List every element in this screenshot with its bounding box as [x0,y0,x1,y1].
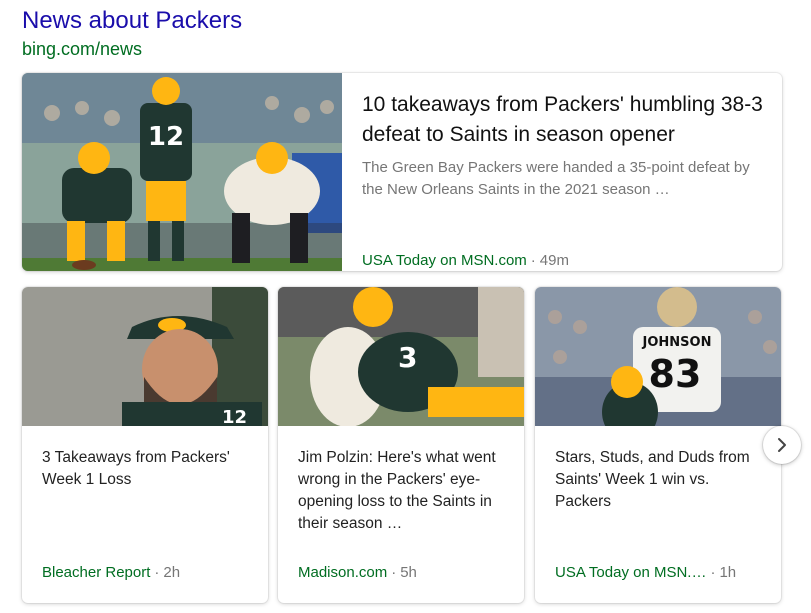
meta-separator: · [154,564,160,581]
meta-separator: · [710,564,716,581]
news-provider: Madison.com [298,564,388,581]
carousel-next-button[interactable] [763,426,801,464]
news-source-url: bing.com/news [22,39,143,59]
news-card-3-meta: USA Today on MSN.… · 1h [555,563,771,583]
news-title-link[interactable]: News about Packers [22,6,242,36]
news-card-1-body: 3 Takeaways from Packers' Week 1 Loss [42,447,252,491]
card-3-jersey-number: 83 [649,352,702,396]
news-provider: USA Today on MSN.com [362,252,527,269]
news-card-2-meta: Madison.com · 5h [298,563,514,583]
featured-news-card[interactable]: 12 10 takeaways from Packers' humbling 3… [22,73,782,271]
news-provider: USA Today on MSN.… [555,564,707,581]
news-card-3-headline[interactable]: Stars, Studs, and Duds from Saints' Week… [555,447,765,513]
featured-news-image: 12 [22,73,342,271]
news-provider: Bleacher Report [42,564,151,581]
featured-news-meta: USA Today on MSN.com · 49m [362,251,569,271]
news-card-2-body: Jim Polzin: Here's what went wrong in th… [298,447,508,535]
featured-jersey-number: 12 [148,122,184,152]
news-age: 49m [539,252,569,269]
news-header: News about Packers bing.com/news [22,6,242,61]
news-card-2-headline[interactable]: Jim Polzin: Here's what went wrong in th… [298,447,508,535]
news-card-2-image: 3 [278,287,524,426]
news-card-3[interactable]: JOHNSON 83 Stars, Studs, and Duds from S… [535,287,781,603]
featured-news-snippet: The Green Bay Packers were handed a 35-p… [362,159,750,198]
news-card-3-image: JOHNSON 83 [535,287,781,426]
meta-separator: · [530,252,536,269]
news-age: 5h [400,564,417,581]
featured-news-body: 10 takeaways from Packers' humbling 38-3… [362,90,764,271]
featured-news-headline[interactable]: 10 takeaways from Packers' humbling 38-3… [362,90,764,150]
news-age: 2h [163,564,181,581]
news-card-1[interactable]: 12 3 Takeaways from Packers' Week 1 Loss… [22,287,268,603]
card-2-jersey-number: 3 [398,341,417,374]
news-card-1-image: 12 [22,287,268,426]
news-card-1-headline[interactable]: 3 Takeaways from Packers' Week 1 Loss [42,447,252,491]
card-3-jersey-name: JOHNSON [642,335,712,350]
news-card-2[interactable]: 3 Jim Polzin: Here's what went wrong in … [278,287,524,603]
news-card-1-meta: Bleacher Report · 2h [42,563,258,583]
news-card-3-body: Stars, Studs, and Duds from Saints' Week… [555,447,765,513]
meta-separator: · [391,564,397,581]
news-age: 1h [719,564,737,581]
chevron-right-icon [774,437,790,453]
card-1-jersey-number: 12 [222,407,247,426]
